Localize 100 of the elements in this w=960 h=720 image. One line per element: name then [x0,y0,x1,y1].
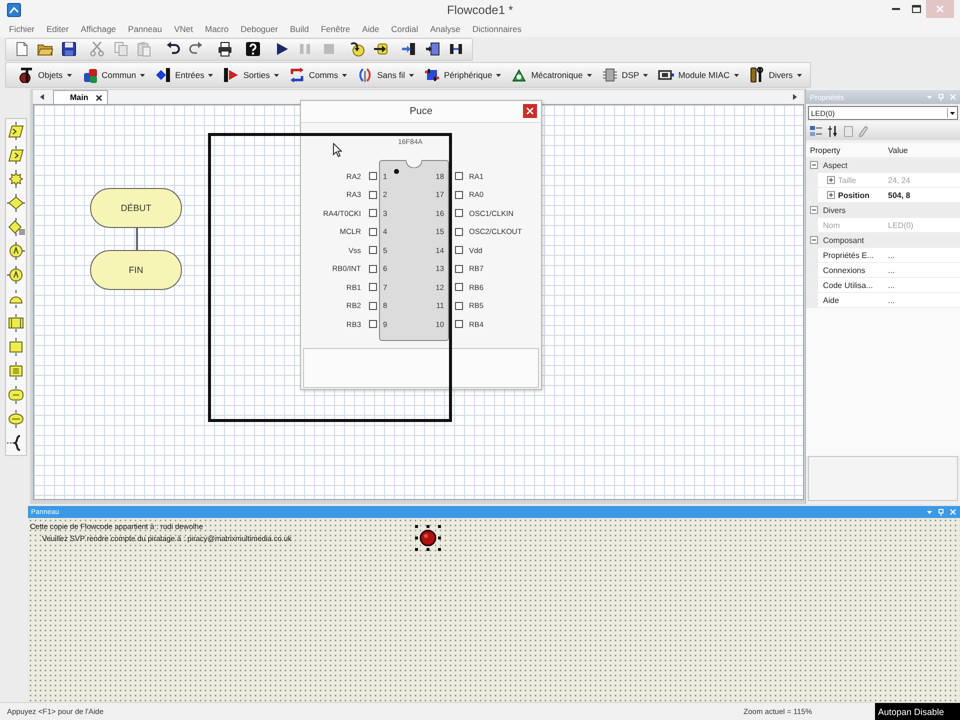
scroll-right-icon[interactable] [793,94,797,100]
caret-down-icon [208,74,214,76]
copy-icon [112,41,129,57]
minimize-icon [892,8,900,10]
save-icon [60,41,77,57]
property-value: 24, 24 [887,176,912,184]
property-row[interactable]: Position 504, 8 [806,188,960,203]
caret-down-icon [643,74,648,76]
circle-caret-icon [7,242,25,260]
menu-item[interactable]: Fichier [3,24,41,34]
menu-item[interactable]: Analyse [424,24,466,34]
blank-page-icon [14,41,30,57]
arrow-into-rectangle-icon [424,41,441,57]
close-icon[interactable] [96,94,102,100]
close-icon [936,5,944,13]
app-icon [7,3,21,17]
property-name: Propriétés E... [823,250,874,260]
caret-down-icon [496,74,502,76]
menu-item[interactable]: Dictionnaires [466,24,528,34]
square-pins-icon [424,67,440,83]
parallelogram-chevron-icon [7,122,25,140]
sort-arrow-icon[interactable] [828,126,838,136]
toolbar-button[interactable] [6,215,26,239]
grid-chip-icon [602,67,618,83]
arrow-into-bar-icon [401,41,418,57]
diamond-lines-icon [7,218,25,236]
expand-icon[interactable] [827,191,835,199]
connector-line [136,228,138,250]
clipboard-icon [136,41,152,57]
component-menu-button[interactable]: Sans fil [355,64,416,86]
component-menu-button[interactable]: Comms [286,64,350,86]
tools-icon [748,67,765,83]
parallelogram-chevron-icon [7,146,25,164]
category-list-icon[interactable] [810,126,822,136]
menu-item[interactable]: VNet [168,24,199,34]
component-menu-button[interactable]: Commun [80,64,148,86]
component-menu-button[interactable]: Entrées [153,64,216,86]
window-title: Flowcode1 * [446,3,514,17]
help-icon [245,41,262,57]
redo-icon [188,41,204,57]
menu-item[interactable]: Aide [356,24,386,34]
toolbar-button[interactable] [6,143,26,167]
component-menu-button[interactable]: Module MIAC [656,64,741,86]
property-value: 504, 8 [887,190,912,200]
toolbar-button[interactable] [6,119,26,143]
caret-down-icon [66,74,72,76]
property-value: ... [887,296,896,304]
rectangle-icon [7,338,25,356]
property-row[interactable]: Aide ... [806,293,960,308]
flowchart-terminal-node: DÉBUT [90,188,182,228]
double-bar-icon [448,41,464,57]
component-menu-button[interactable]: Mécatronique [509,64,594,86]
menu-item[interactable]: Deboguer [234,24,284,34]
property-value: LED(0) [887,220,914,230]
caret-down-icon [408,74,414,76]
collapse-icon[interactable] [810,236,818,244]
component-menu-button[interactable]: Sorties [221,64,281,86]
caret-down-icon [734,74,739,76]
property-name: Connexions [823,266,866,274]
menu-item[interactable]: Macro [198,24,235,34]
component-menu-button[interactable]: DSP [600,64,650,86]
pin-icon[interactable] [938,508,944,516]
double-sided-rectangle-icon [7,314,25,332]
component-menu-button[interactable]: Objets [16,64,74,86]
printer-icon [216,41,233,57]
property-name: Taille [838,176,856,184]
column-header: Value [887,146,909,154]
dialog-title: Puce [410,106,432,117]
property-value: ... [887,280,896,290]
undo-icon [164,41,181,57]
half-circle-icon [7,290,25,308]
component-menu-button[interactable]: Périphérique [422,64,504,86]
group-label: Divers [822,206,847,214]
caret-down-icon [274,74,279,76]
component-menu-button[interactable]: Divers [746,64,804,86]
arrow-block-icon [372,41,389,57]
collapse-icon[interactable] [810,206,818,214]
scroll-left-icon[interactable] [40,94,44,100]
menu-item[interactable]: Fenêtre [314,24,356,34]
document-tab[interactable]: Main [53,90,108,104]
menu-item[interactable]: Panneau [122,24,168,34]
group-label: Composant [822,236,865,244]
menu-item[interactable]: Build [284,24,315,34]
property-row[interactable]: Propriétés E... ... [806,248,960,263]
close-button[interactable] [523,104,537,118]
caret-down-icon [796,74,802,76]
circle-caret-icon [7,266,25,284]
mouse-pointer-icon [333,143,342,157]
collapse-icon[interactable] [810,161,818,169]
property-name: Aide [823,296,840,304]
property-row[interactable]: Connexions ... [806,263,960,278]
menu-item[interactable]: Affichage [74,24,122,34]
autopan-indicator: Autopan Disable [875,703,960,720]
menu-item[interactable]: Cordial [385,24,424,34]
diamond-icon [7,194,25,212]
caret-down-icon[interactable] [950,112,955,114]
caret-down-icon [342,74,348,76]
property-row[interactable]: Code Utilisa... ... [806,278,960,293]
property-name: Nom [823,220,840,230]
menu-item[interactable]: Editer [40,24,75,34]
